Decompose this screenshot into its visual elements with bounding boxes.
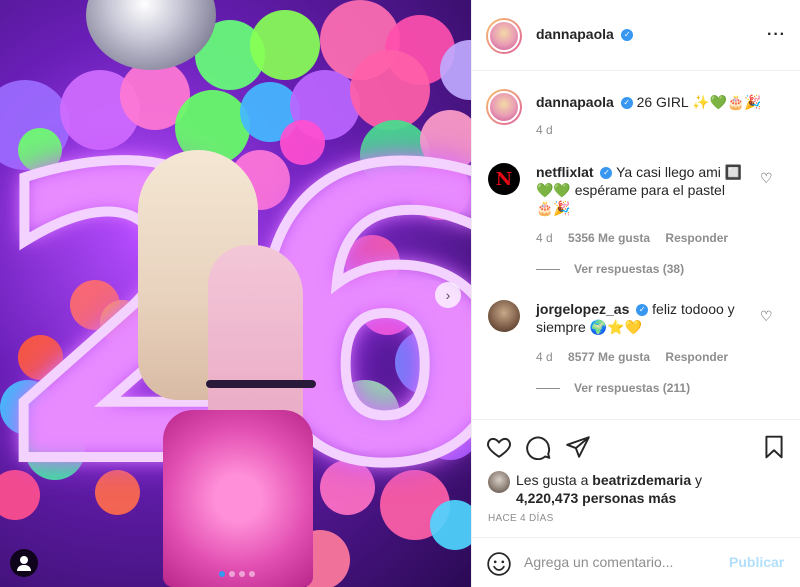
comments-section[interactable]: dannapaola ✓ 26 GIRL ✨💚🎂🎉 4 d N netflixl… bbox=[472, 72, 800, 418]
tagged-user-icon[interactable] bbox=[10, 549, 38, 577]
carousel-dot bbox=[239, 571, 245, 577]
next-photo-arrow-icon[interactable]: › bbox=[435, 282, 461, 308]
liker-username[interactable]: beatrizdemaria bbox=[592, 472, 691, 488]
likes-conj: y bbox=[695, 472, 702, 488]
view-replies[interactable]: Ver respuestas (38) bbox=[536, 262, 800, 276]
verified-badge-icon: ✓ bbox=[636, 304, 649, 317]
likes-count[interactable]: 4,220,473 personas más bbox=[516, 489, 786, 507]
post-date[interactable]: HACE 4 DÍAS bbox=[488, 513, 554, 524]
author-avatar[interactable] bbox=[486, 18, 522, 54]
view-replies-label[interactable]: Ver respuestas (211) bbox=[574, 381, 690, 395]
comment-text: siempre 🌍⭐💛 bbox=[536, 319, 642, 335]
carousel-dot bbox=[229, 571, 235, 577]
verified-badge-icon: ✓ bbox=[620, 97, 633, 110]
comment: netflixlat ✓ Ya casi llego ami 🔲 💚💚 espé… bbox=[536, 163, 756, 245]
like-comment-heart-icon[interactable]: ♡ bbox=[760, 308, 773, 325]
post-panel: dannapaola ✓ ··· dannapaola ✓ 26 GIRL ✨💚… bbox=[471, 0, 800, 587]
more-options-icon[interactable]: ··· bbox=[767, 26, 786, 44]
person-strap bbox=[206, 380, 316, 388]
comment-meta: 4 d 5356 Me gusta Responder bbox=[536, 231, 756, 245]
carousel-dot bbox=[219, 571, 225, 577]
comment: jorgelopez_as ✓ feliz todooo y siempre 🌍… bbox=[536, 300, 756, 364]
comment-bubble-icon[interactable] bbox=[526, 434, 552, 460]
publish-button[interactable]: Publicar bbox=[729, 554, 784, 570]
verified-badge-icon: ✓ bbox=[621, 28, 634, 41]
comment-text: 💚💚 espérame para el pastel bbox=[536, 182, 725, 198]
person-skirt bbox=[163, 410, 313, 587]
author-username[interactable]: dannapaola bbox=[536, 26, 614, 42]
comment-avatar-jorge[interactable] bbox=[488, 300, 520, 332]
post-header: dannapaola ✓ ··· bbox=[472, 0, 800, 71]
carousel-dots bbox=[219, 571, 255, 577]
caption-avatar[interactable] bbox=[486, 89, 522, 125]
divider-line bbox=[536, 268, 560, 270]
likes-prefix: Les gusta a bbox=[516, 472, 589, 488]
share-paper-plane-icon[interactable] bbox=[565, 434, 591, 460]
divider-line bbox=[536, 387, 560, 389]
comment-meta: 4 d 8577 Me gusta Responder bbox=[536, 350, 756, 364]
comment-username[interactable]: jorgelopez_as bbox=[536, 301, 629, 317]
comment-input[interactable] bbox=[524, 554, 724, 570]
view-replies-label[interactable]: Ver respuestas (38) bbox=[574, 262, 684, 276]
comment-text: feliz todooo y bbox=[652, 301, 735, 317]
liker-avatar[interactable] bbox=[488, 471, 510, 493]
post-actions bbox=[472, 419, 800, 464]
caption-text: 26 GIRL ✨💚🎂🎉 bbox=[636, 94, 762, 110]
comment-time: 4 d bbox=[536, 350, 553, 364]
likes-summary: Les gusta a beatrizdemaria y 4,220,473 p… bbox=[516, 471, 786, 507]
view-replies[interactable]: Ver respuestas (211) bbox=[536, 381, 800, 395]
verified-badge-icon: ✓ bbox=[600, 167, 613, 180]
post-photo[interactable]: 26 › bbox=[0, 0, 471, 587]
caption-username[interactable]: dannapaola bbox=[536, 94, 614, 110]
person bbox=[138, 150, 318, 587]
caption-time: 4 d bbox=[536, 123, 553, 137]
comment-likes[interactable]: 8577 Me gusta bbox=[568, 350, 650, 364]
emoji-icon[interactable] bbox=[486, 551, 512, 577]
reply-button[interactable]: Responder bbox=[665, 350, 728, 364]
comment-box: Publicar bbox=[472, 537, 800, 587]
comment-text: 🎂🎉 bbox=[536, 200, 571, 216]
netflix-logo-icon: N bbox=[495, 168, 513, 190]
balloon bbox=[250, 10, 320, 80]
comment-time: 4 d bbox=[536, 231, 553, 245]
carousel-dot bbox=[249, 571, 255, 577]
like-heart-icon[interactable] bbox=[486, 434, 512, 460]
comment-likes[interactable]: 5356 Me gusta bbox=[568, 231, 650, 245]
comment-username[interactable]: netflixlat bbox=[536, 164, 594, 180]
like-comment-heart-icon[interactable]: ♡ bbox=[760, 170, 773, 187]
comment-text: Ya casi llego ami 🔲 bbox=[616, 164, 743, 180]
caption: dannapaola ✓ 26 GIRL ✨💚🎂🎉 4 d bbox=[536, 93, 786, 137]
reply-button[interactable]: Responder bbox=[665, 231, 728, 245]
save-bookmark-icon[interactable] bbox=[761, 434, 787, 460]
comment-avatar-netflix[interactable]: N bbox=[488, 163, 520, 195]
